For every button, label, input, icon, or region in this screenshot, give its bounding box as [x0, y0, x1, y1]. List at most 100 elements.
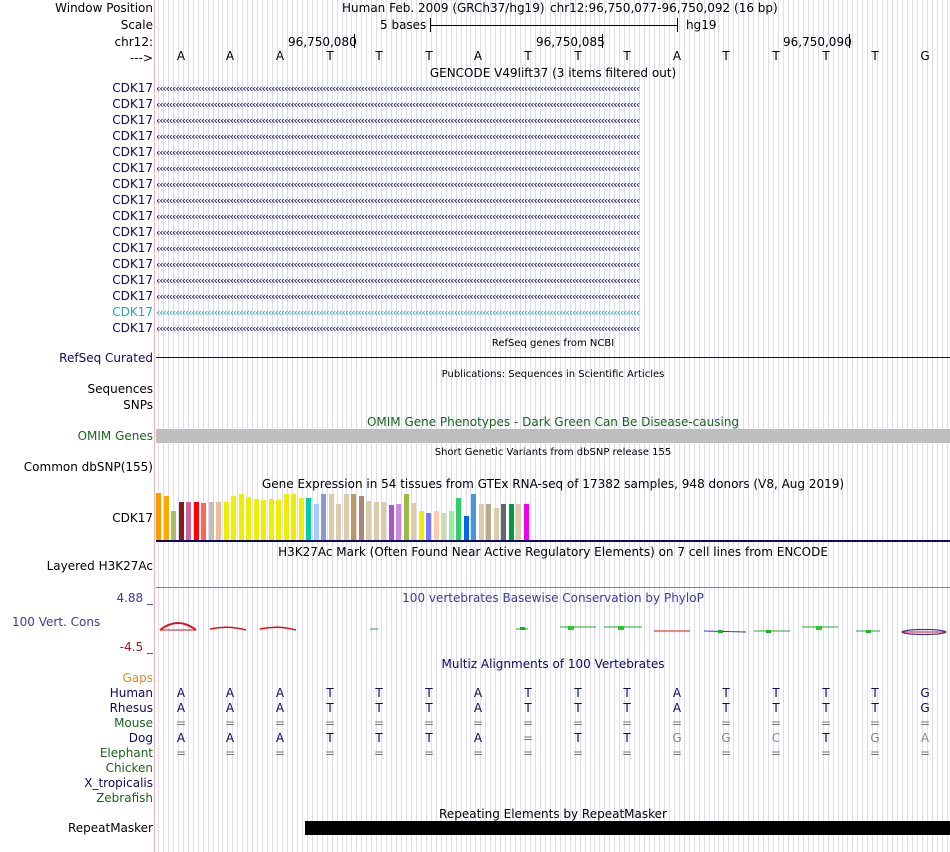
gencode-gene-label[interactable]: CDK17: [112, 177, 153, 191]
multiz-species-label[interactable]: Elephant: [100, 746, 153, 760]
gtex-tissue-bar[interactable]: [261, 500, 266, 540]
multiz-species-label[interactable]: X_tropicalis: [84, 776, 153, 790]
gtex-tissue-bar[interactable]: [186, 502, 191, 540]
gtex-tissue-bar[interactable]: [283, 494, 289, 540]
gtex-tissue-bar[interactable]: [426, 513, 431, 540]
multiz-species-label[interactable]: Mouse: [114, 716, 153, 730]
refseq-gene-line[interactable]: [156, 357, 950, 358]
gtex-tissue-bar[interactable]: [268, 499, 274, 540]
gtex-tissue-bar[interactable]: [156, 493, 161, 540]
gtex-tissue-bar[interactable]: [238, 494, 244, 540]
multiz-species-label[interactable]: Zebrafish: [96, 791, 153, 805]
gtex-tissue-bar[interactable]: [508, 504, 514, 540]
gtex-tissue-bar[interactable]: [396, 504, 401, 540]
gencode-gene-label[interactable]: CDK17: [112, 81, 153, 95]
gencode-gene-label[interactable]: CDK17: [112, 241, 153, 255]
repeatmasker-track-label[interactable]: RepeatMasker: [68, 821, 153, 835]
gencode-gene-label[interactable]: CDK17: [112, 209, 153, 223]
gtex-tissue-bar[interactable]: [223, 502, 229, 540]
gencode-transcript[interactable]: ‹‹‹‹‹‹‹‹‹‹‹‹‹‹‹‹‹‹‹‹‹‹‹‹‹‹‹‹‹‹‹‹‹‹‹‹‹‹‹‹…: [156, 258, 950, 271]
gencode-gene-label[interactable]: CDK17: [112, 129, 153, 143]
omim-feature-bar[interactable]: [156, 429, 950, 443]
repeatmasker-element[interactable]: [305, 821, 950, 835]
gtex-tissue-bar[interactable]: [478, 504, 484, 540]
gtex-tissue-bar[interactable]: [336, 504, 341, 540]
gencode-gene-label[interactable]: CDK17: [112, 321, 153, 335]
gtex-tissue-bar[interactable]: [493, 508, 499, 540]
gtex-tissue-bar[interactable]: [358, 496, 364, 540]
gencode-gene-label[interactable]: CDK17: [112, 225, 153, 239]
gtex-tissue-bar[interactable]: [231, 496, 236, 540]
gtex-track-label[interactable]: CDK17: [112, 511, 153, 525]
gencode-gene-label[interactable]: CDK17: [112, 113, 153, 127]
gtex-tissue-bar[interactable]: [201, 503, 206, 540]
gencode-gene-label[interactable]: CDK17: [112, 273, 153, 287]
gencode-transcript[interactable]: ‹‹‹‹‹‹‹‹‹‹‹‹‹‹‹‹‹‹‹‹‹‹‹‹‹‹‹‹‹‹‹‹‹‹‹‹‹‹‹‹…: [156, 114, 950, 127]
gencode-gene-label[interactable]: CDK17: [112, 145, 153, 159]
multiz-species-label[interactable]: Dog: [129, 731, 153, 745]
multiz-species-label[interactable]: Chicken: [106, 761, 153, 775]
gencode-gene-label[interactable]: CDK17: [112, 97, 153, 111]
gtex-tissue-bar[interactable]: [373, 502, 379, 540]
gtex-tissue-bar[interactable]: [433, 511, 439, 540]
gtex-tissue-bar[interactable]: [313, 504, 319, 540]
gtex-tissue-bar[interactable]: [523, 504, 529, 540]
gtex-tissue-bar[interactable]: [321, 494, 326, 540]
gencode-transcript[interactable]: ‹‹‹‹‹‹‹‹‹‹‹‹‹‹‹‹‹‹‹‹‹‹‹‹‹‹‹‹‹‹‹‹‹‹‹‹‹‹‹‹…: [156, 130, 950, 143]
gtex-tissue-bar[interactable]: [328, 494, 334, 540]
gencode-transcript[interactable]: ‹‹‹‹‹‹‹‹‹‹‹‹‹‹‹‹‹‹‹‹‹‹‹‹‹‹‹‹‹‹‹‹‹‹‹‹‹‹‹‹…: [156, 210, 950, 223]
gencode-transcript[interactable]: ‹‹‹‹‹‹‹‹‹‹‹‹‹‹‹‹‹‹‹‹‹‹‹‹‹‹‹‹‹‹‹‹‹‹‹‹‹‹‹‹…: [156, 242, 950, 255]
gtex-tissue-bar[interactable]: [178, 502, 184, 540]
gtex-tissue-bar[interactable]: [351, 494, 356, 540]
gtex-tissue-bar[interactable]: [448, 511, 454, 540]
multiz-species-label[interactable]: Human: [110, 686, 153, 700]
gtex-tissue-bar[interactable]: [208, 502, 214, 540]
dbsnp-track-label[interactable]: Common dbSNP(155): [24, 460, 153, 474]
omim-track-label[interactable]: OMIM Genes: [78, 429, 153, 443]
gtex-tissue-bar[interactable]: [388, 505, 394, 540]
gtex-tissue-bar[interactable]: [486, 504, 491, 540]
gtex-bar-chart[interactable]: [156, 492, 556, 540]
gencode-gene-label[interactable]: CDK17: [112, 257, 153, 271]
gtex-tissue-bar[interactable]: [163, 496, 169, 540]
gtex-tissue-bar[interactable]: [471, 494, 476, 540]
gencode-gene-label[interactable]: CDK17: [112, 193, 153, 207]
h3k27ac-track-label[interactable]: Layered H3K27Ac: [47, 559, 153, 573]
gencode-transcript[interactable]: ‹‹‹‹‹‹‹‹‹‹‹‹‹‹‹‹‹‹‹‹‹‹‹‹‹‹‹‹‹‹‹‹‹‹‹‹‹‹‹‹…: [156, 226, 950, 239]
gencode-gene-label[interactable]: CDK17: [112, 161, 153, 175]
gencode-transcript[interactable]: ‹‹‹‹‹‹‹‹‹‹‹‹‹‹‹‹‹‹‹‹‹‹‹‹‹‹‹‹‹‹‹‹‹‹‹‹‹‹‹‹…: [156, 290, 950, 303]
gtex-tissue-bar[interactable]: [291, 494, 296, 540]
gencode-transcript[interactable]: ‹‹‹‹‹‹‹‹‹‹‹‹‹‹‹‹‹‹‹‹‹‹‹‹‹‹‹‹‹‹‹‹‹‹‹‹‹‹‹‹…: [156, 178, 950, 191]
gtex-tissue-bar[interactable]: [171, 511, 176, 540]
gencode-transcript[interactable]: ‹‹‹‹‹‹‹‹‹‹‹‹‹‹‹‹‹‹‹‹‹‹‹‹‹‹‹‹‹‹‹‹‹‹‹‹‹‹‹‹…: [156, 162, 950, 175]
gencode-gene-label[interactable]: CDK17: [112, 289, 153, 303]
gencode-transcript[interactable]: ‹‹‹‹‹‹‹‹‹‹‹‹‹‹‹‹‹‹‹‹‹‹‹‹‹‹‹‹‹‹‹‹‹‹‹‹‹‹‹‹…: [156, 98, 950, 111]
gtex-tissue-bar[interactable]: [456, 498, 461, 540]
gtex-tissue-bar[interactable]: [411, 503, 416, 540]
gtex-tissue-bar[interactable]: [418, 511, 424, 540]
gencode-transcript[interactable]: ‹‹‹‹‹‹‹‹‹‹‹‹‹‹‹‹‹‹‹‹‹‹‹‹‹‹‹‹‹‹‹‹‹‹‹‹‹‹‹‹…: [156, 306, 950, 319]
gencode-transcript[interactable]: ‹‹‹‹‹‹‹‹‹‹‹‹‹‹‹‹‹‹‹‹‹‹‹‹‹‹‹‹‹‹‹‹‹‹‹‹‹‹‹‹…: [156, 146, 950, 159]
gencode-transcript[interactable]: ‹‹‹‹‹‹‹‹‹‹‹‹‹‹‹‹‹‹‹‹‹‹‹‹‹‹‹‹‹‹‹‹‹‹‹‹‹‹‹‹…: [156, 82, 950, 95]
gtex-tissue-bar[interactable]: [501, 504, 506, 540]
gtex-tissue-bar[interactable]: [381, 502, 386, 540]
gtex-tissue-bar[interactable]: [193, 502, 199, 540]
phylop-plot[interactable]: [156, 612, 950, 638]
gencode-transcript[interactable]: ‹‹‹‹‹‹‹‹‹‹‹‹‹‹‹‹‹‹‹‹‹‹‹‹‹‹‹‹‹‹‹‹‹‹‹‹‹‹‹‹…: [156, 322, 950, 335]
gencode-transcript[interactable]: ‹‹‹‹‹‹‹‹‹‹‹‹‹‹‹‹‹‹‹‹‹‹‹‹‹‹‹‹‹‹‹‹‹‹‹‹‹‹‹‹…: [156, 274, 950, 287]
gtex-tissue-bar[interactable]: [441, 513, 446, 540]
phylop-track-label[interactable]: 100 Vert. Cons: [12, 615, 100, 629]
gtex-tissue-bar[interactable]: [298, 498, 304, 540]
gtex-tissue-bar[interactable]: [306, 498, 311, 540]
refseq-track-label[interactable]: RefSeq Curated: [59, 351, 153, 365]
gtex-tissue-bar[interactable]: [516, 504, 521, 540]
gtex-tissue-bar[interactable]: [276, 500, 281, 540]
gencode-transcript[interactable]: ‹‹‹‹‹‹‹‹‹‹‹‹‹‹‹‹‹‹‹‹‹‹‹‹‹‹‹‹‹‹‹‹‹‹‹‹‹‹‹‹…: [156, 194, 950, 207]
multiz-gaps-label[interactable]: Gaps: [122, 671, 153, 685]
gtex-tissue-bar[interactable]: [253, 499, 259, 540]
gtex-tissue-bar[interactable]: [366, 501, 371, 540]
gtex-tissue-bar[interactable]: [216, 502, 221, 540]
gencode-gene-label[interactable]: CDK17: [112, 305, 153, 319]
gtex-tissue-bar[interactable]: [343, 494, 349, 540]
multiz-species-label[interactable]: Rhesus: [110, 701, 153, 715]
